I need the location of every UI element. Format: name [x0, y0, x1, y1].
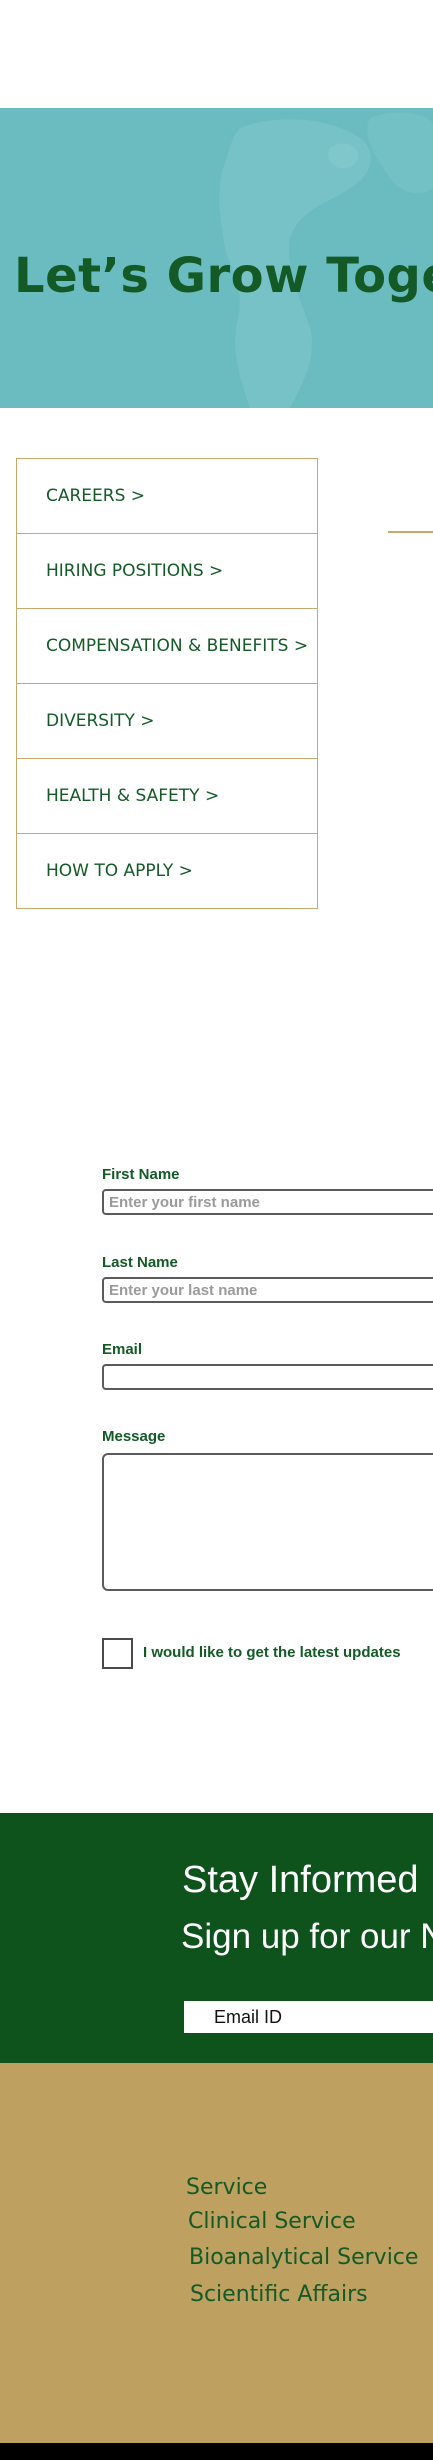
newsletter-section: Stay Informed Sign up for our Newsletter	[0, 1813, 433, 2063]
menu-item-how-to-apply[interactable]: HOW TO APPLY >	[17, 834, 317, 908]
footer-link-clinical-service[interactable]: Clinical Service	[188, 2209, 356, 2234]
menu-item-careers[interactable]: CAREERS >	[17, 459, 317, 534]
last-name-input[interactable]	[102, 1277, 433, 1303]
footer-bottom-bar	[0, 2443, 433, 2460]
newsletter-subtitle: Sign up for our Newsletter	[181, 1917, 433, 1956]
menu-item-compensation-benefits[interactable]: COMPENSATION & BENEFITS >	[17, 609, 317, 684]
email-label: Email	[102, 1341, 143, 1358]
message-label: Message	[102, 1428, 166, 1445]
careers-menu: CAREERS > HIRING POSITIONS > COMPENSATIO…	[16, 458, 318, 909]
page-title: Let’s Grow Together	[14, 248, 433, 304]
message-textarea[interactable]	[102, 1453, 433, 1591]
footer-link-scientific-affairs[interactable]: Scientific Affairs	[190, 2282, 368, 2307]
newsletter-title: Stay Informed	[182, 1859, 419, 1901]
menu-item-hiring-positions[interactable]: HIRING POSITIONS >	[17, 534, 317, 609]
first-name-input[interactable]	[102, 1189, 433, 1215]
menu-item-diversity[interactable]: DIVERSITY >	[17, 684, 317, 759]
footer-link-bioanalytical-service[interactable]: Bioanalytical Service	[189, 2245, 418, 2270]
updates-checkbox[interactable]	[102, 1638, 133, 1669]
footer-link-service[interactable]: Service	[186, 2175, 267, 2200]
updates-checkbox-label: I would like to get the latest updates	[143, 1644, 401, 1661]
footer-links: Service Clinical Service Bioanalytical S…	[0, 2063, 433, 2443]
newsletter-email-input[interactable]	[184, 2001, 433, 2033]
hero-banner: Let’s Grow Together	[0, 108, 433, 408]
last-name-label: Last Name	[102, 1254, 178, 1271]
first-name-label: First Name	[102, 1166, 180, 1183]
menu-item-health-safety[interactable]: HEALTH & SAFETY >	[17, 759, 317, 834]
section-divider	[388, 531, 433, 533]
email-input[interactable]	[102, 1364, 433, 1390]
